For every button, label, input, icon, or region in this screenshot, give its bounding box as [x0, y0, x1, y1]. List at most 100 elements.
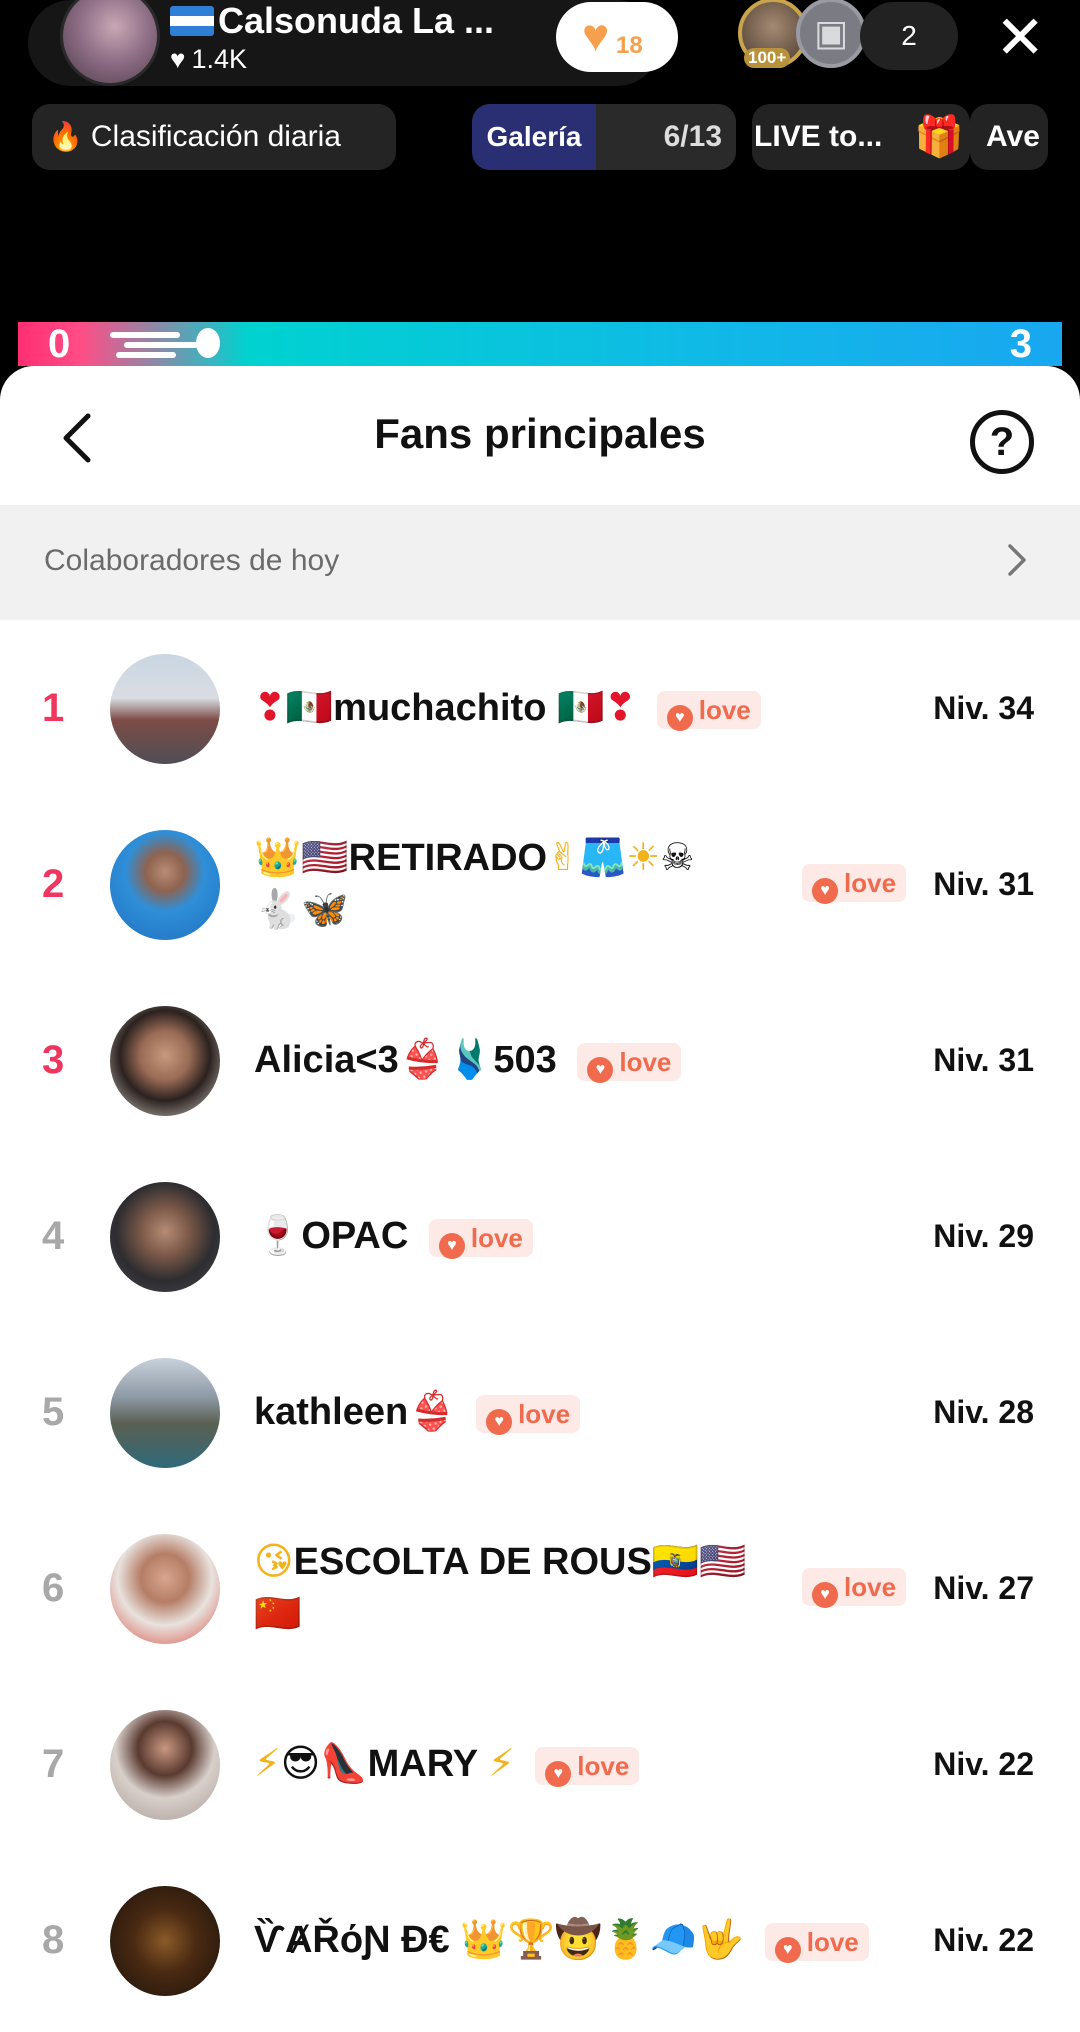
- ave-chip[interactable]: Ave: [970, 104, 1048, 170]
- daily-ranking-chip[interactable]: 🔥 Clasificación diaria: [32, 104, 396, 170]
- honduras-flag-icon: [170, 6, 214, 36]
- fan-avatar[interactable]: [110, 1182, 220, 1292]
- heart-exclamation-icon: ❣: [604, 687, 637, 729]
- rabbit-icon: 🐇: [254, 889, 302, 931]
- ave-chip-label: Ave: [986, 120, 1040, 153]
- fan-avatar[interactable]: [110, 1886, 220, 1996]
- love-badge: ♥ love: [802, 864, 907, 904]
- trophy-icon: 🏆: [507, 1919, 555, 1961]
- fan-name-text: muchachito: [333, 687, 547, 729]
- fan-name-text: kathleen: [254, 1391, 409, 1433]
- host-likes-count: 1.4K: [191, 44, 247, 74]
- cap-icon: 🧢: [649, 1919, 697, 1961]
- kissing-face-icon: 😘: [254, 1541, 294, 1583]
- fan-rank: 4: [42, 1214, 65, 1258]
- host-name-text: Calsonuda La ...: [218, 0, 495, 41]
- usa-flag-icon: 🇺🇸: [699, 1541, 747, 1583]
- butterfly-icon: 🦋: [301, 889, 349, 931]
- shorts-icon: 🩳: [578, 837, 627, 879]
- seat-icon: ▣: [814, 12, 849, 53]
- fan-level: Niv. 31: [933, 1042, 1034, 1078]
- fan-row[interactable]: 5 kathleen👙 ♥ love Niv. 28: [0, 1324, 1080, 1500]
- high-heel-icon: 👠: [320, 1743, 368, 1785]
- follow-heart-count: 18: [616, 32, 643, 59]
- usa-flag-icon: 🇺🇸: [301, 837, 349, 879]
- lightning-icon: ⚡: [488, 1743, 515, 1785]
- fan-rank: 2: [42, 862, 65, 906]
- fan-rank: 5: [42, 1390, 65, 1434]
- fan-rank: 6: [42, 1566, 65, 1610]
- fan-level: Niv. 28: [933, 1394, 1034, 1430]
- fan-avatar[interactable]: [110, 1710, 220, 1820]
- fan-level: Niv. 22: [933, 1922, 1034, 1958]
- live-chip-label: LIVE to...: [754, 120, 883, 153]
- sheet-title: Fans principales: [374, 410, 706, 457]
- fan-name: ѶȺŘόƝ Đ€ 👑🏆🤠🍍🧢🤟 ♥ love: [254, 1914, 869, 1966]
- fan-name-text: ESCOLTA DE ROUS: [293, 1541, 652, 1583]
- crown-icon: 👑: [254, 837, 302, 879]
- love-badge-icon: ♥: [812, 878, 838, 904]
- fan-row[interactable]: 1 ❣🇲🇽muchachito 🇲🇽❣ ♥ love Niv. 34: [0, 620, 1080, 796]
- lightning-icon: ⚡: [254, 1743, 281, 1785]
- fan-name: Alicia<3👙🩱503 ♥ love: [254, 1034, 682, 1086]
- fan-row[interactable]: 3 Alicia<3👙🩱503 ♥ love Niv. 31: [0, 972, 1080, 1148]
- viewer-badge: 100+: [744, 48, 791, 68]
- today-contributors-label: Colaboradores de hoy: [44, 544, 340, 577]
- gallery-count: 6/13: [663, 120, 722, 153]
- sunglasses-face-icon: 😎: [280, 1743, 321, 1785]
- gift-icon: 🎁: [914, 115, 964, 159]
- fan-avatar[interactable]: [110, 830, 220, 940]
- today-contributors-row[interactable]: Colaboradores de hoy: [0, 506, 1080, 620]
- close-icon[interactable]: ✕: [995, 8, 1045, 68]
- heart-icon: ♥: [170, 44, 186, 74]
- love-badge-icon: ♥: [812, 1582, 838, 1608]
- gallery-chip[interactable]: Galería 6/13: [472, 104, 736, 170]
- host-likes: ♥ 1.4K: [170, 44, 247, 75]
- fan-level: Niv. 34: [933, 690, 1034, 726]
- viewer-seat-avatar[interactable]: ▣: [796, 0, 866, 68]
- bikini-icon: 👙: [408, 1391, 456, 1433]
- cowboy-face-icon: 🤠: [554, 1919, 603, 1961]
- speed-lines-icon: [110, 326, 220, 362]
- fan-row[interactable]: 4 🍷OPAC ♥ love Niv. 29: [0, 1148, 1080, 1324]
- fan-avatar[interactable]: [110, 1358, 220, 1468]
- fan-row[interactable]: 6 😘ESCOLTA DE ROUS🇪🇨🇺🇸 🇨🇳 ♥ love Niv. 27: [0, 1500, 1080, 1676]
- fan-avatar[interactable]: [110, 1006, 220, 1116]
- fan-level: Niv. 31: [933, 866, 1034, 902]
- level-progress-bar: 0 3: [18, 322, 1062, 366]
- fan-name-text: MARY: [367, 1743, 478, 1785]
- gallery-label: Galería: [472, 104, 596, 170]
- help-icon[interactable]: ?: [970, 410, 1034, 474]
- progress-end-value: 3: [1009, 322, 1032, 366]
- fan-name: 👑🇺🇸RETIRADO✌🩳☀☠ 🐇🦋: [254, 832, 754, 936]
- host-avatar[interactable]: [60, 0, 160, 86]
- fan-level: Niv. 29: [933, 1218, 1034, 1254]
- love-badge-label: love: [806, 1926, 859, 1957]
- fan-name-text: Alicia<3: [254, 1039, 399, 1081]
- fan-avatar[interactable]: [110, 654, 220, 764]
- love-badge: ♥ love: [802, 1568, 907, 1608]
- fan-rank: 8: [42, 1918, 65, 1962]
- fan-row[interactable]: 7 ⚡😎👠MARY ⚡ ♥ love Niv. 22: [0, 1676, 1080, 1852]
- fan-row[interactable]: 2 👑🇺🇸RETIRADO✌🩳☀☠ 🐇🦋 ♥ love Niv. 31: [0, 796, 1080, 972]
- love-badge-icon: ♥: [774, 1936, 801, 1963]
- fan-level: Niv. 22: [933, 1746, 1034, 1782]
- viewer-count[interactable]: 2: [860, 2, 958, 70]
- rock-hand-icon: 🤟: [696, 1919, 745, 1961]
- fan-name-text: ѶȺŘόƝ Đ€: [254, 1919, 450, 1961]
- fan-row[interactable]: 8 ѶȺŘόƝ Đ€ 👑🏆🤠🍍🧢🤟 ♥ love Niv. 22: [0, 1852, 1080, 2028]
- swimsuit-icon: 🩱: [446, 1039, 494, 1081]
- fan-avatar[interactable]: [110, 1534, 220, 1644]
- fan-name-text: OPAC: [301, 1215, 409, 1257]
- love-badge: ♥ love: [428, 1218, 533, 1259]
- fan-name-suffix: 503: [493, 1039, 557, 1081]
- sun-icon: ☀: [626, 837, 661, 879]
- live-chip[interactable]: LIVE to... 🎁: [752, 104, 970, 170]
- follow-heart-button[interactable]: ♥ 18: [556, 2, 678, 72]
- love-badge: ♥ love: [577, 1042, 682, 1083]
- host-info-pill[interactable]: Calsonuda La ... ♥ 1.4K ♥ 18: [28, 0, 678, 86]
- love-badge-icon: ♥: [438, 1232, 465, 1259]
- fan-name: ⚡😎👠MARY ⚡ ♥ love: [254, 1738, 640, 1790]
- victory-hand-icon: ✌: [547, 837, 579, 879]
- love-badge-label: love: [470, 1222, 523, 1253]
